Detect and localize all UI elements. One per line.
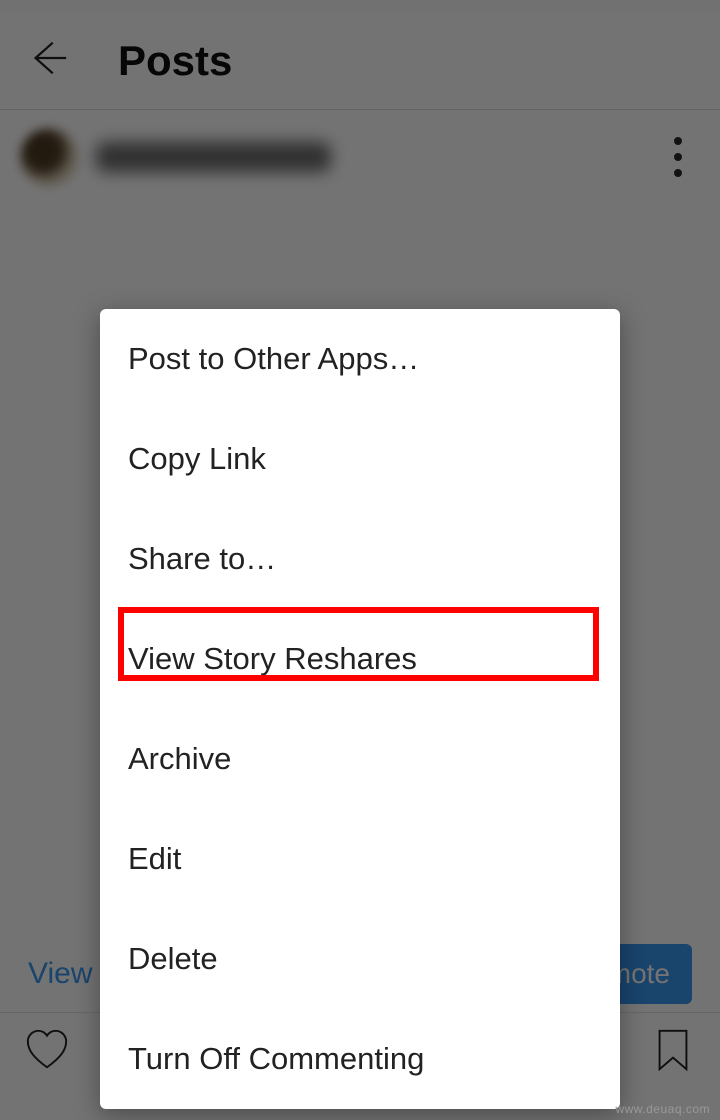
menu-item-delete[interactable]: Delete	[100, 909, 620, 1009]
watermark: www.deuaq.com	[615, 1102, 710, 1116]
menu-item-view-story-reshares[interactable]: View Story Reshares	[100, 609, 620, 709]
options-menu: Post to Other Apps…Copy LinkShare to…Vie…	[100, 309, 620, 1109]
menu-item-turn-off-commenting[interactable]: Turn Off Commenting	[100, 1009, 620, 1109]
menu-item-copy-link[interactable]: Copy Link	[100, 409, 620, 509]
menu-item-post-to-other-apps[interactable]: Post to Other Apps…	[100, 309, 620, 409]
app-screen: Posts View Insights Promote Post to Othe…	[0, 0, 720, 1120]
menu-item-archive[interactable]: Archive	[100, 709, 620, 809]
menu-item-edit[interactable]: Edit	[100, 809, 620, 909]
menu-item-share-to[interactable]: Share to…	[100, 509, 620, 609]
